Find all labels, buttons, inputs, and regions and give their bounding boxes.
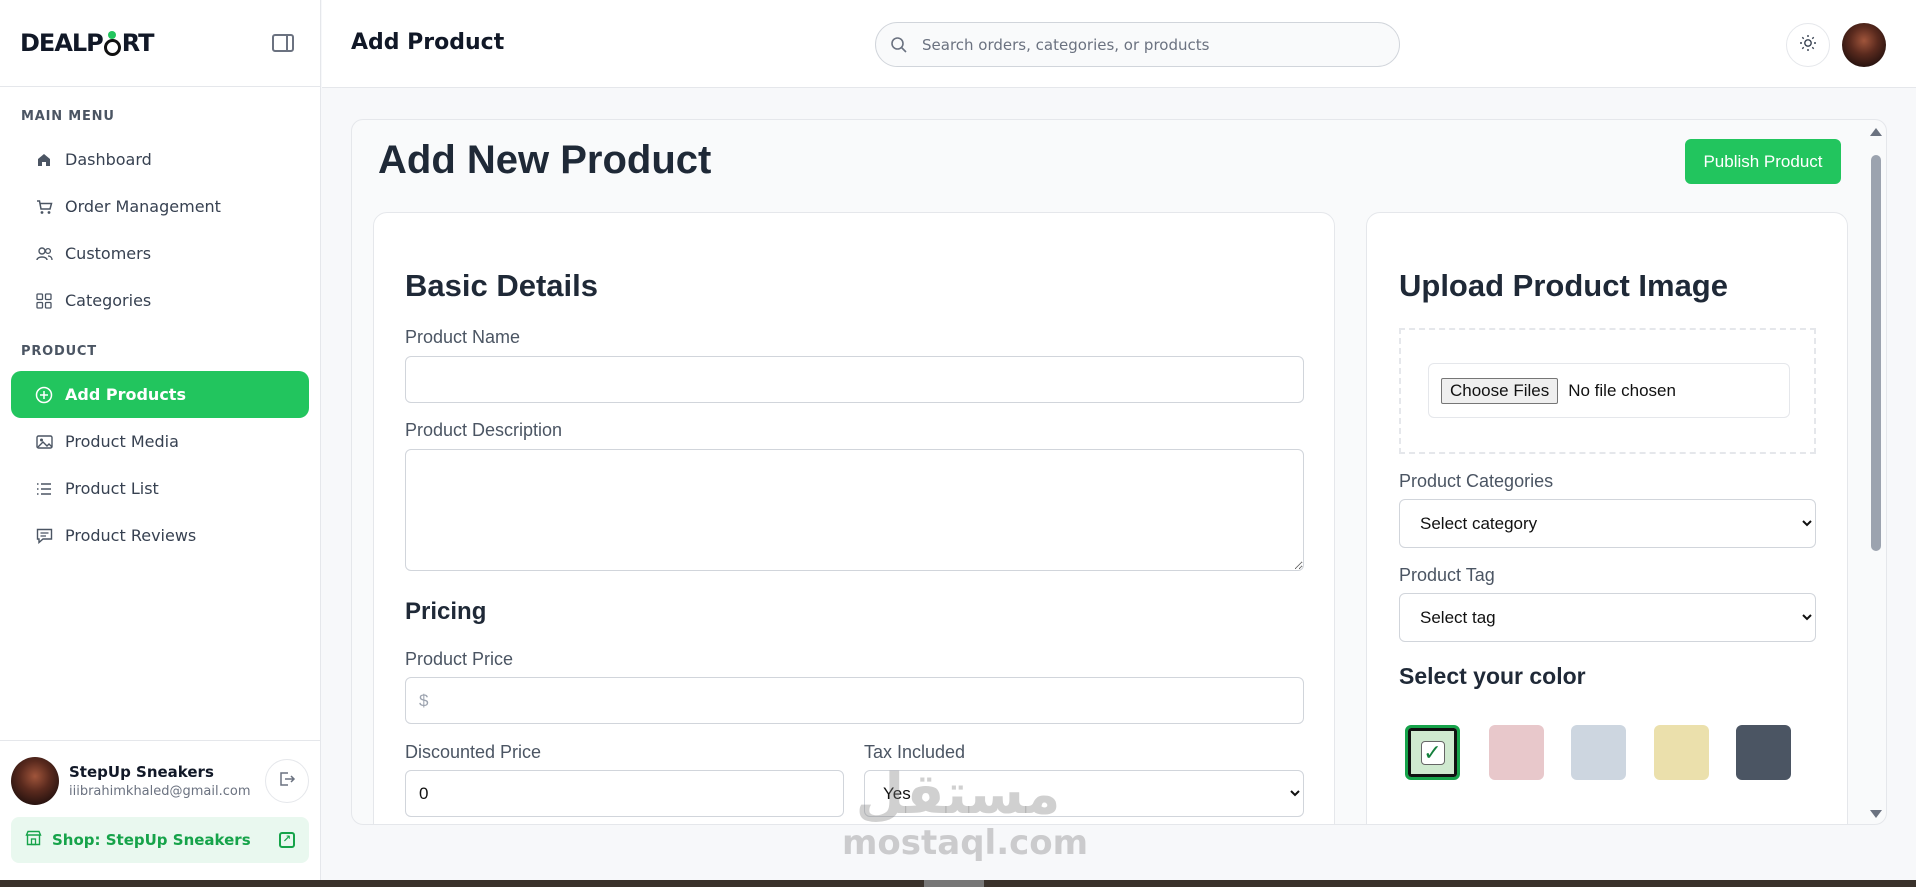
scrollbar-thumb[interactable] <box>1871 155 1881 551</box>
sidebar-item-label: Customers <box>65 244 152 263</box>
product-description-label: Product Description <box>405 420 563 440</box>
color-swatch[interactable] <box>1736 725 1791 780</box>
upload-heading: Upload Product Image <box>1399 268 1728 303</box>
discounted-price-label: Discounted Price <box>405 742 542 762</box>
sidebar-item-customers[interactable]: Customers <box>11 230 309 277</box>
product-menu: Add Products Product Media Product List … <box>0 371 320 559</box>
grid-icon <box>35 292 53 310</box>
product-price-label: Product Price <box>405 649 514 669</box>
top-header: Add Product <box>322 0 1916 88</box>
sidebar-item-product-reviews[interactable]: Product Reviews <box>11 512 309 559</box>
sidebar-item-add-products[interactable]: Add Products <box>11 371 309 418</box>
sidebar-item-label: Categories <box>65 291 152 310</box>
color-swatch[interactable] <box>1654 725 1709 780</box>
sidebar-item-categories[interactable]: Categories <box>11 277 309 324</box>
sidebar-item-label: Dashboard <box>65 150 152 169</box>
basic-details-heading: Basic Details <box>405 268 598 303</box>
basic-details-panel: Basic Details Product Name Product Descr… <box>373 212 1335 824</box>
pricing-heading: Pricing <box>405 598 487 625</box>
sidebar-item-label: Order Management <box>65 197 221 216</box>
color-swatch-selected[interactable]: ✓ <box>1405 725 1460 780</box>
home-icon <box>35 151 53 169</box>
product-description-textarea[interactable] <box>405 449 1304 571</box>
sidebar-item-order-management[interactable]: Order Management <box>11 183 309 230</box>
avatar[interactable] <box>11 757 59 805</box>
sidebar-collapse-icon[interactable] <box>272 34 294 52</box>
product-tag-label: Product Tag <box>1399 565 1495 585</box>
image-icon <box>35 433 53 451</box>
product-price-input[interactable] <box>405 677 1304 724</box>
color-heading: Select your color <box>1399 663 1586 689</box>
add-product-card: Add New Product Publish Product Basic De… <box>351 119 1887 825</box>
file-status: No file chosen <box>1568 380 1676 400</box>
color-swatch[interactable] <box>1489 725 1544 780</box>
scroll-down-arrow-icon[interactable] <box>1870 810 1882 818</box>
watermark-latin: mostaql.com <box>842 823 1089 863</box>
watermark-arabic: مستقل <box>855 762 1061 827</box>
main-menu: Dashboard Order Management Customers Cat… <box>0 136 320 324</box>
theme-toggle-button[interactable] <box>1786 23 1830 67</box>
logo-o-icon <box>103 30 121 56</box>
product-categories-select[interactable]: Select category <box>1399 499 1816 548</box>
external-link-icon: ↗ <box>279 832 295 848</box>
cart-icon <box>35 198 53 216</box>
user-profile: StepUp Sneakers iiibrahimkhaled@gmail.co… <box>0 741 320 805</box>
user-name: StepUp Sneakers <box>69 763 214 781</box>
upload-panel: Upload Product Image Choose Files No fil… <box>1366 212 1848 824</box>
watermark: مستقل mostaql.com <box>842 762 1089 863</box>
scrollbar[interactable] <box>1866 120 1886 824</box>
color-swatch[interactable] <box>1571 725 1626 780</box>
bottom-handle <box>924 880 984 887</box>
bottom-bar <box>0 880 1916 887</box>
sidebar-item-product-media[interactable]: Product Media <box>11 418 309 465</box>
search-bar[interactable] <box>875 22 1400 67</box>
product-name-input[interactable] <box>405 356 1304 403</box>
user-info: StepUp Sneakers iiibrahimkhaled@gmail.co… <box>69 763 265 799</box>
scroll-up-arrow-icon[interactable] <box>1870 128 1882 136</box>
message-icon <box>35 527 53 545</box>
search-input[interactable] <box>922 35 1382 54</box>
users-icon <box>35 245 53 263</box>
sidebar-item-label: Product List <box>65 479 159 498</box>
sun-icon <box>1799 34 1817 57</box>
list-icon <box>35 480 53 498</box>
user-email: iiibrahimkhaled@gmail.com <box>69 784 251 799</box>
logo[interactable]: DEALP RT <box>20 29 155 57</box>
file-input[interactable]: Choose Files No file chosen <box>1428 363 1790 418</box>
plus-circle-icon <box>35 386 53 404</box>
product-categories-label: Product Categories <box>1399 471 1554 491</box>
publish-product-button[interactable]: Publish Product <box>1685 139 1841 184</box>
upload-dropzone[interactable]: Choose Files No file chosen <box>1399 328 1816 454</box>
sidebar-item-dashboard[interactable]: Dashboard <box>11 136 309 183</box>
shop-label: Shop: StepUp Sneakers <box>52 831 251 849</box>
main-title: Add New Product <box>378 138 712 182</box>
logo-text-end: RT <box>121 29 155 57</box>
sidebar-item-label: Product Media <box>65 432 179 451</box>
page-title: Add Product <box>351 30 505 55</box>
main-menu-label: MAIN MENU <box>21 109 115 124</box>
sidebar-item-product-list[interactable]: Product List <box>11 465 309 512</box>
shop-link[interactable]: Shop: StepUp Sneakers ↗ <box>11 817 309 863</box>
sidebar-item-label: Product Reviews <box>65 526 197 545</box>
tax-included-label: Tax Included <box>864 742 966 762</box>
sidebar: DEALP RT MAIN MENU Dashboard Order Manage… <box>0 0 321 880</box>
sidebar-item-label: Add Products <box>65 385 186 404</box>
check-icon: ✓ <box>1420 740 1445 765</box>
logo-row: DEALP RT <box>0 0 320 87</box>
search-icon <box>890 36 908 54</box>
logout-icon <box>278 770 296 793</box>
logout-button[interactable] <box>265 759 309 803</box>
header-avatar[interactable] <box>1842 23 1886 67</box>
logo-text-start: DEALP <box>20 29 104 57</box>
discounted-price-input[interactable] <box>405 770 844 817</box>
product-name-label: Product Name <box>405 327 521 347</box>
product-menu-label: PRODUCT <box>21 344 97 359</box>
store-icon <box>25 830 42 850</box>
product-tag-select[interactable]: Select tag <box>1399 593 1816 642</box>
choose-files-button[interactable]: Choose Files <box>1441 377 1559 404</box>
sidebar-footer: StepUp Sneakers iiibrahimkhaled@gmail.co… <box>0 740 320 880</box>
